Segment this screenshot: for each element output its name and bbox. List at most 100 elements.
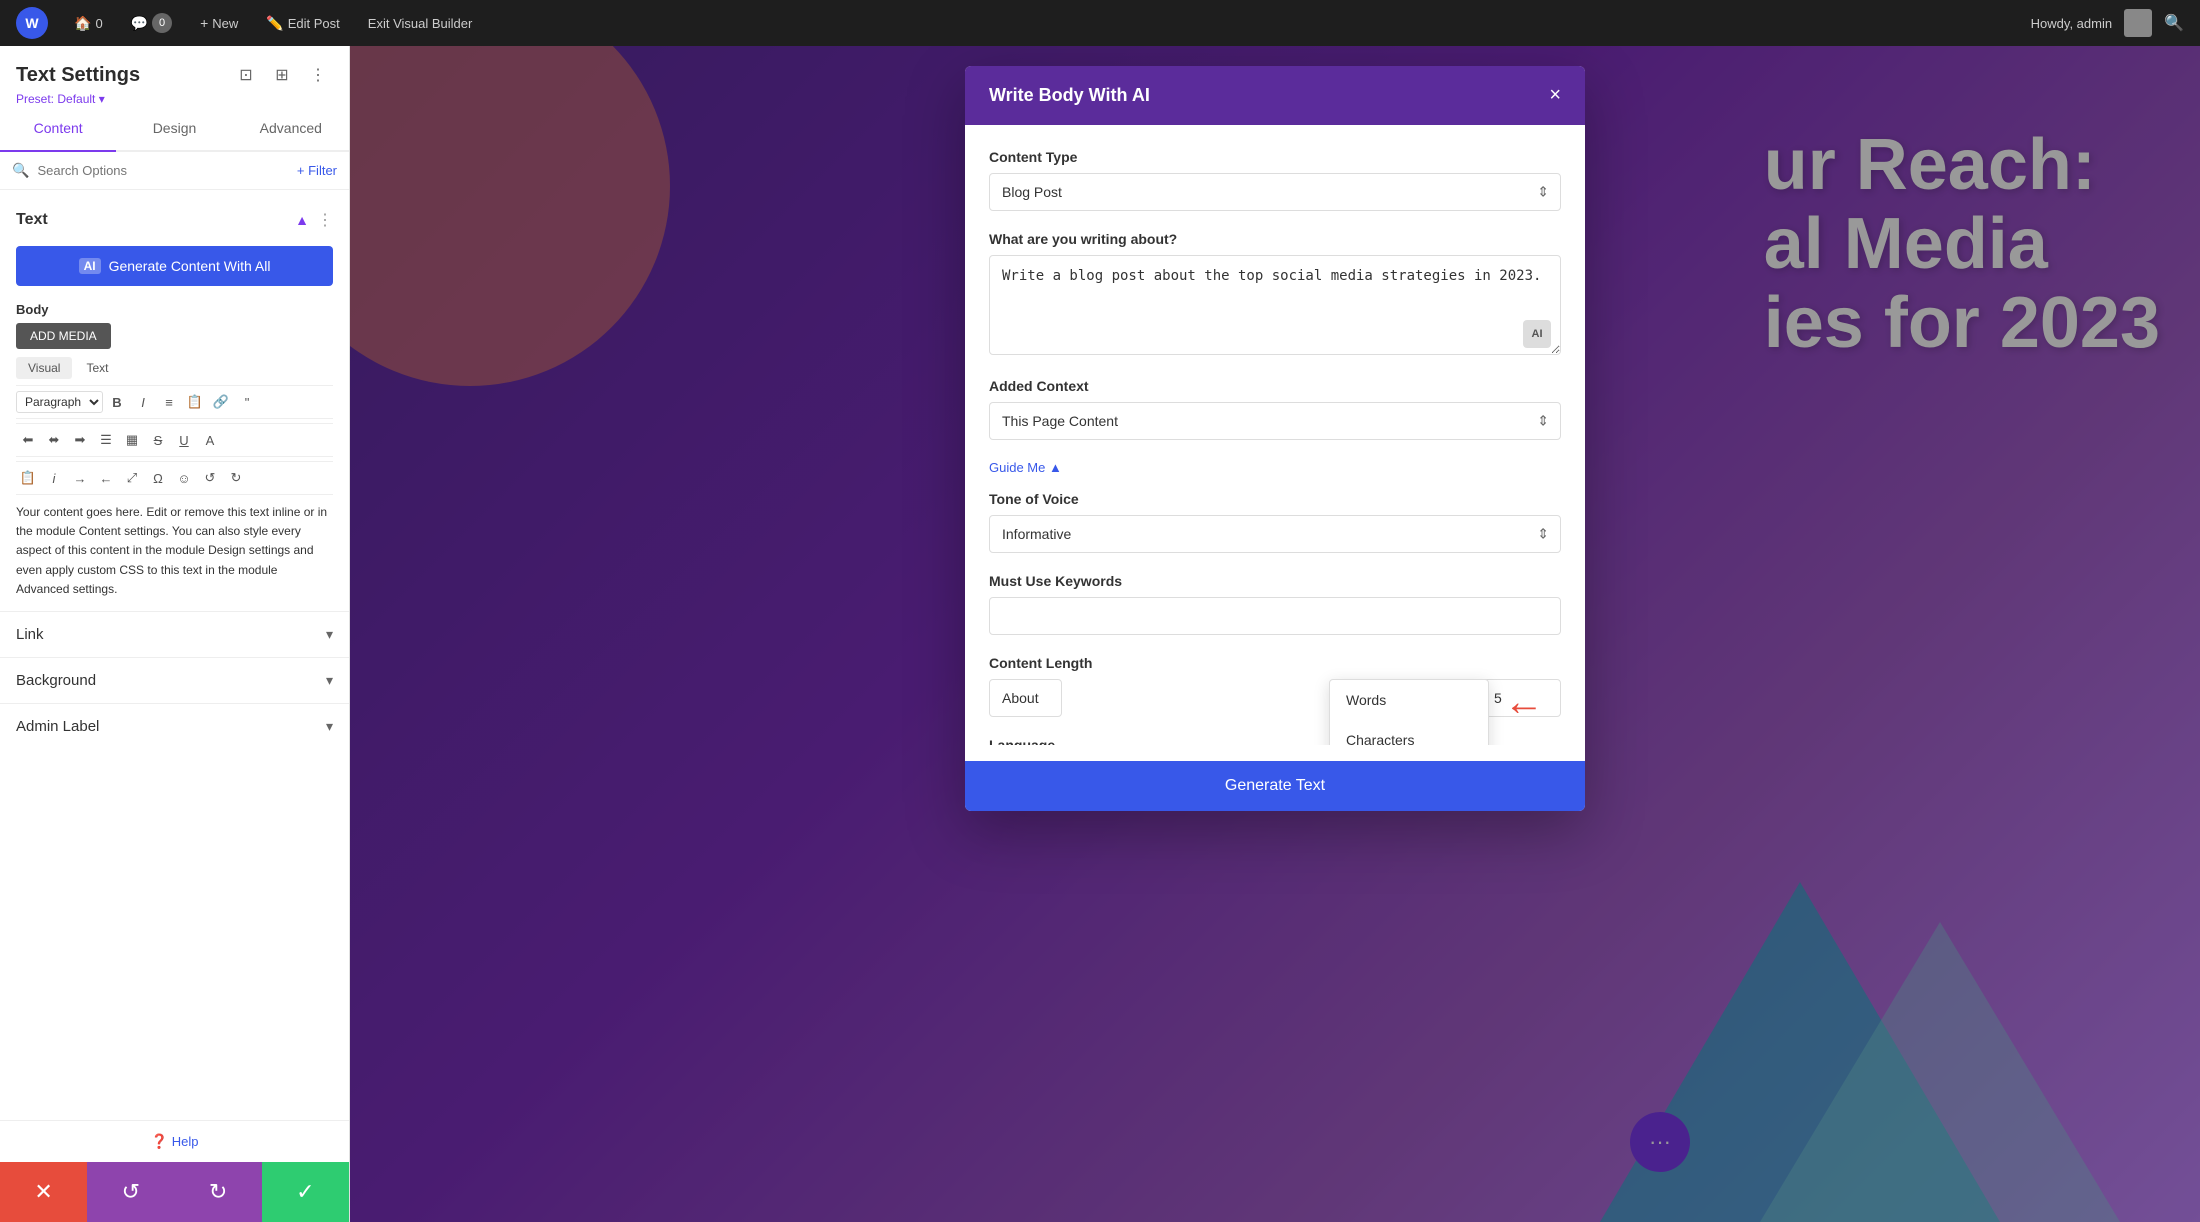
panel-title: Text Settings [16,64,140,87]
sidebar-content: Text ▲ ⋮ AI Generate Content With All Bo… [0,190,349,1120]
tone-of-voice-group: Tone of Voice Informative Casual Profess… [989,491,1561,553]
editor-tab-visual[interactable]: Visual [16,357,72,379]
cancel-button[interactable]: ✕ [0,1162,87,1222]
help-link[interactable]: Help [172,1134,199,1149]
ai-modal: Write Body With AI × Content Type Blog P… [965,66,1585,811]
arrow-indicator: ← [1504,687,1564,717]
toolbar-exit-builder[interactable]: Exit Visual Builder [358,12,483,35]
action-bar: ✕ ↺ ↻ ✓ [0,1162,349,1222]
table-button[interactable]: ▦ [120,428,144,452]
panel-header: Text Settings ⊡ ⊞ ⋮ Preset: Default ▾ [0,46,349,106]
wp-logo-icon[interactable]: W [16,7,48,39]
toolbar-comments[interactable]: 💬 0 [121,9,182,37]
editor-tab-text[interactable]: Text [74,357,120,379]
body-section: Body ADD MEDIA Visual Text Paragraph Hea… [0,294,349,611]
link-section[interactable]: Link ▾ [0,611,349,657]
keywords-group: Must Use Keywords social media strategie… [989,573,1561,635]
italic-button[interactable]: I [131,390,155,414]
content-length-label: Content Length [989,655,1561,671]
more-options-icon[interactable]: ⋮ [303,60,333,90]
align-center-button[interactable]: ⬌ [42,428,66,452]
editor-tabs: Visual Text [16,357,333,379]
content-type-label: Content Type [989,149,1561,165]
tab-design[interactable]: Design [116,106,232,152]
background-arrow-icon: ▾ [326,672,333,689]
link-button[interactable]: 🔗 [209,390,233,414]
content-type-group: Content Type Blog Post Article Social Me… [989,149,1561,211]
generate-ai-button[interactable]: AI Generate Content With All [16,246,333,286]
tone-of-voice-label: Tone of Voice [989,491,1561,507]
dropdown-characters[interactable]: Characters [1330,720,1488,745]
underline-button[interactable]: U [172,428,196,452]
undo-button[interactable]: ↺ [87,1162,174,1222]
toolbar-my-great-blog[interactable]: 🏠 0 [64,11,113,36]
content-length-group: Content Length About Exactly At least [989,655,1561,717]
tab-advanced[interactable]: Advanced [233,106,349,152]
toolbar-edit-post[interactable]: ✏️ Edit Post [256,11,349,36]
editor-toolbar-2: ⬅ ⬌ ➡ ☰ ▦ S U A [16,423,333,457]
ordered-list-button[interactable]: 📋 [183,390,207,414]
guide-me-link[interactable]: Guide Me ▲ [989,460,1561,475]
left-panel: Text Settings ⊡ ⊞ ⋮ Preset: Default ▾ Co… [0,46,350,1222]
length-type-dropdown: Words Characters Sentences [1329,679,1489,745]
textarea-ai-icon: AI [1523,320,1551,348]
search-bar: 🔍 + Filter [0,152,349,190]
ai-badge: AI [79,258,101,274]
special-char-button[interactable]: Ω [146,466,170,490]
admin-label-arrow-icon: ▾ [326,718,333,735]
focus-mode-icon[interactable]: ⊡ [231,60,261,90]
align-left-button[interactable]: ⬅ [16,428,40,452]
outdent-button[interactable]: ← [94,466,118,490]
quote-button[interactable]: " [235,390,259,414]
align-right-button[interactable]: ➡ [68,428,92,452]
modal-close-button[interactable]: × [1549,84,1561,107]
text-section-title: Text [16,211,48,229]
editor-content[interactable]: Your content goes here. Edit or remove t… [16,499,333,603]
redo-button[interactable]: ↻ [175,1162,262,1222]
added-context-select[interactable]: This Page Content None [989,402,1561,440]
paragraph-select[interactable]: Paragraph Heading 1 Heading 2 [16,391,103,413]
keywords-label: Must Use Keywords [989,573,1561,589]
strikethrough-button[interactable]: S [146,428,170,452]
paste-button[interactable]: 📋 [16,466,40,490]
editor-toolbar: Paragraph Heading 1 Heading 2 B I ≡ 📋 🔗 … [16,385,333,419]
bold-button[interactable]: B [105,390,129,414]
added-context-label: Added Context [989,378,1561,394]
redo2-button[interactable]: ↻ [224,466,248,490]
search-icon[interactable]: 🔍 [2164,13,2184,33]
writing-about-textarea[interactable]: Write a blog post about the top social m… [989,255,1561,355]
indent-button[interactable]: → [68,466,92,490]
sidebar-footer: ❓ Help [0,1120,349,1162]
admin-label-section[interactable]: Admin Label ▾ [0,703,349,749]
undo2-button[interactable]: ↺ [198,466,222,490]
unordered-list-button[interactable]: ≡ [157,390,181,414]
modal-overlay: Write Body With AI × Content Type Blog P… [350,46,2200,1222]
keywords-input[interactable]: social media strategies [989,597,1561,635]
tab-content[interactable]: Content [0,106,116,152]
dropdown-words[interactable]: Words [1330,680,1488,720]
toolbar-new[interactable]: + New [190,11,248,35]
italic2-button[interactable]: i [42,466,66,490]
text-color-button[interactable]: A [198,428,222,452]
added-context-group: Added Context This Page Content None [989,378,1561,440]
tone-of-voice-select[interactable]: Informative Casual Professional [989,515,1561,553]
filter-button[interactable]: + Filter [297,163,337,178]
text-section-menu[interactable]: ⋮ [317,210,333,230]
justify-button[interactable]: ☰ [94,428,118,452]
content-length-select[interactable]: About Exactly At least [989,679,1062,717]
confirm-button[interactable]: ✓ [262,1162,349,1222]
emoji-button[interactable]: ☺ [172,466,196,490]
content-length-row: About Exactly At least Words [989,679,1561,717]
fullscreen-button[interactable]: ⤢ [120,466,144,490]
generate-text-button[interactable]: Generate Text [965,761,1585,811]
wp-toolbar: W 🏠 0 💬 0 + New ✏️ Edit Post Exit Visual… [0,0,2200,46]
add-media-button[interactable]: ADD MEDIA [16,323,111,349]
text-section-header[interactable]: Text ▲ ⋮ [0,202,349,238]
writing-about-group: What are you writing about? Write a blog… [989,231,1561,358]
layout-icon[interactable]: ⊞ [267,60,297,90]
search-input[interactable] [37,163,288,178]
preset-selector[interactable]: Preset: Default ▾ [16,92,333,106]
text-collapse-arrow[interactable]: ▲ [295,212,309,228]
content-type-select[interactable]: Blog Post Article Social Media Post [989,173,1561,211]
background-section[interactable]: Background ▾ [0,657,349,703]
